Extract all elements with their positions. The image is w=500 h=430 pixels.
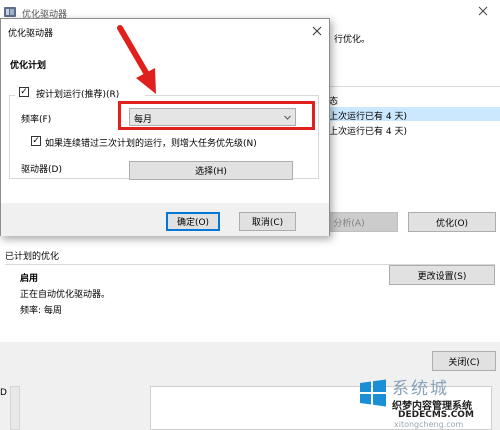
cancel-button[interactable]: 取消(C): [239, 212, 296, 231]
list-item[interactable]: 上次运行已有 4 天): [323, 122, 500, 137]
run-on-schedule-check: ✓: [19, 87, 29, 97]
increase-priority-check: ✓: [31, 136, 41, 146]
increase-priority-label: 如果连续错过三次计划的运行，则增大任务优先级(N): [45, 139, 257, 149]
increase-priority-checkbox[interactable]: ✓ 如果连续错过三次计划的运行，则增大任务优先级(N): [31, 134, 263, 149]
schedule-frequency: 频率: 每周: [20, 306, 62, 316]
dialog-footer: 确定(O) 取消(C): [1, 203, 329, 236]
schedule-status: 启用: [20, 274, 39, 284]
annotation-arrow: [117, 25, 156, 94]
schedule-description: 正在自动优化驱动器。: [20, 290, 111, 300]
drives-label: 驱动器(D): [21, 165, 62, 175]
frequency-selected-value: 每月: [134, 115, 153, 125]
drive-list[interactable]: 态 上次运行已有 4 天) 上次运行已有 4 天): [322, 86, 500, 202]
close-button[interactable]: 关闭(C): [432, 351, 496, 371]
list-item-status: 上次运行已有 4 天): [329, 112, 407, 122]
scheduled-section-title: 已计划的优化: [5, 252, 60, 262]
chevron-down-icon: [283, 113, 292, 122]
dialog-title: 优化驱动器: [8, 29, 54, 39]
list-item[interactable]: 上次运行已有 4 天): [323, 107, 500, 122]
header-description: 行优化。: [334, 35, 371, 45]
schedule-section-title: 优化计划: [10, 61, 47, 71]
change-settings-button[interactable]: 更改设置(S): [389, 265, 495, 285]
frequency-label: 频率(F): [21, 115, 52, 125]
choose-drives-button[interactable]: 选择(H): [129, 161, 293, 180]
optimize-button[interactable]: 优化(O): [408, 212, 496, 232]
ok-button[interactable]: 确定(O): [166, 212, 220, 231]
list-item-status: 上次运行已有 4 天): [329, 127, 407, 137]
run-on-schedule-label: 按计划运行(推荐)(R): [36, 90, 120, 100]
windows-logo-icon: [360, 379, 386, 407]
watermark-line3: xitongcheng.com: [394, 420, 464, 429]
scheduled-section: 已计划的优化 启用 正在自动优化驱动器。 频率: 每周 更改设置(S): [0, 242, 500, 342]
lower-left-scrollbar[interactable]: [10, 386, 20, 430]
close-icon[interactable]: [476, 4, 490, 18]
dialog-close-icon[interactable]: [310, 24, 324, 38]
frequency-dropdown[interactable]: 每月: [129, 108, 296, 126]
status-column-header[interactable]: 态: [329, 94, 338, 107]
watermark: 系统城 织梦内容管理系统 DEDECMS.COM xitongcheng.com: [358, 372, 500, 430]
app-icon: [4, 6, 16, 18]
watermark-brand: 系统城: [392, 379, 449, 399]
watermark-line2: DEDECMS.COM: [398, 410, 474, 420]
